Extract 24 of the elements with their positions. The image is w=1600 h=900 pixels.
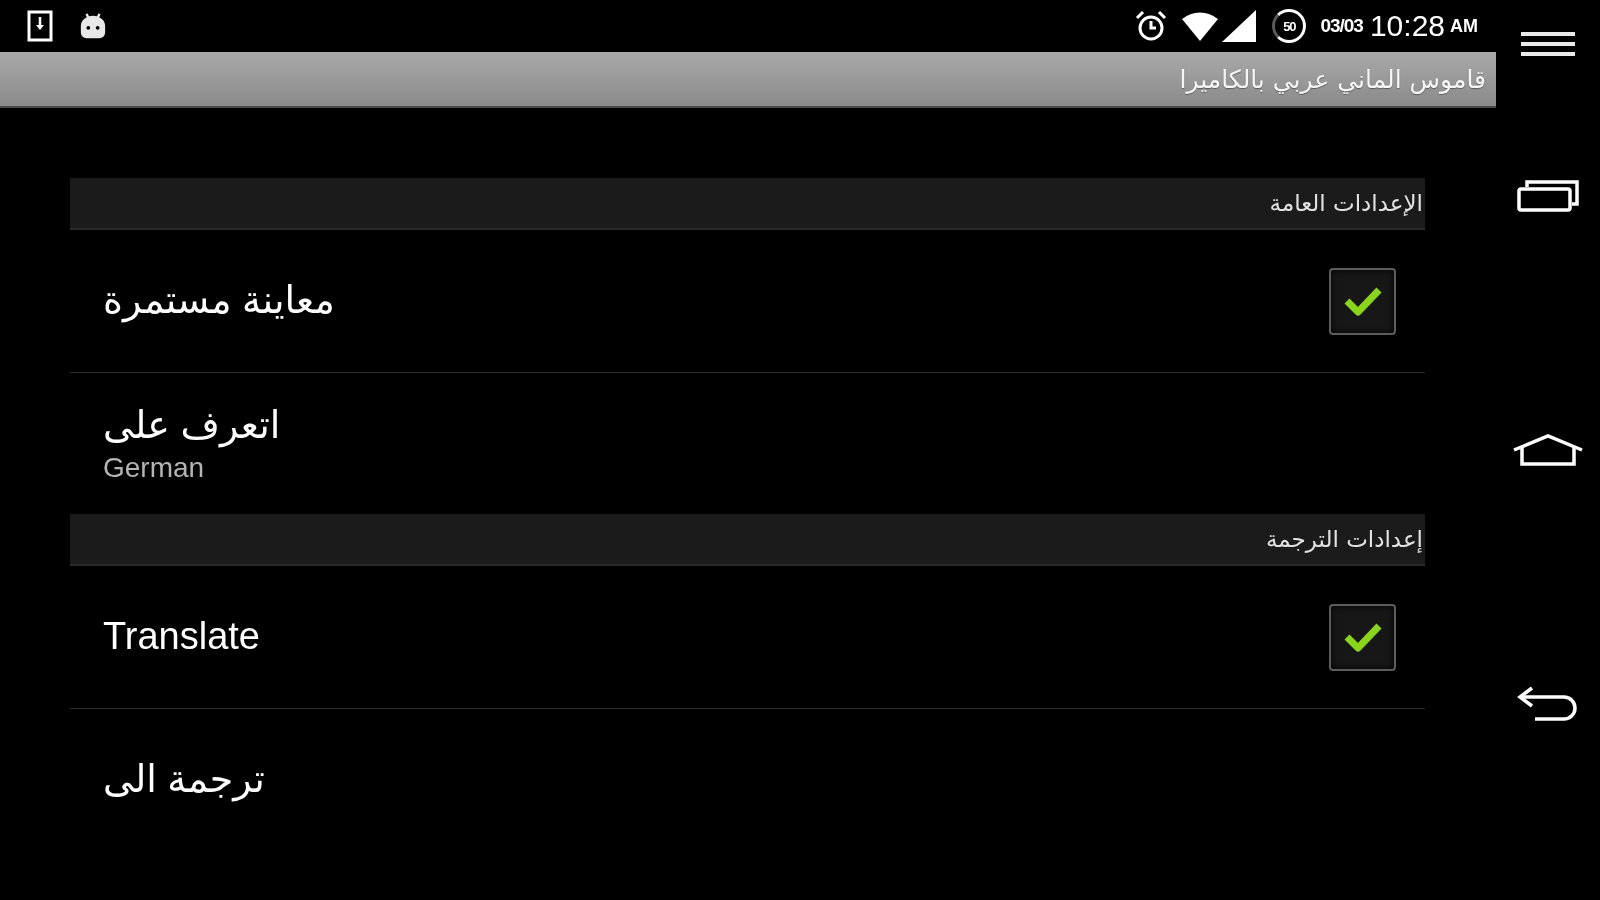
signal-icon (1222, 10, 1257, 42)
status-date: 03/03 (1320, 15, 1363, 37)
setting-title: اتعرف على (103, 402, 281, 449)
setting-title: ترجمة الى (103, 756, 265, 803)
home-icon[interactable] (1512, 433, 1584, 467)
checkbox[interactable] (1329, 267, 1396, 335)
setting-title: Translate (103, 614, 260, 660)
status-meridiem: AM (1450, 15, 1478, 37)
recent-apps-icon[interactable] (1516, 179, 1580, 213)
check-icon (1342, 285, 1383, 317)
section-title: إعدادات الترجمة (1265, 526, 1423, 552)
checkbox[interactable] (1329, 603, 1396, 671)
alarm-clock-icon (1134, 9, 1169, 43)
robot-icon (79, 12, 107, 40)
circle-indicator: 50 (1272, 9, 1307, 43)
setting-summary: German (103, 450, 205, 485)
menu-icon[interactable] (1521, 31, 1575, 57)
app-title: قاموس الماني عربي بالكاميرا (1179, 64, 1486, 94)
download-icon (27, 10, 53, 42)
setting-title: معاينة مستمرة (103, 278, 335, 324)
check-icon (1342, 621, 1383, 653)
wifi-icon (1181, 11, 1220, 41)
status-time: 10:28 (1369, 9, 1445, 43)
section-title: الإعدادات العامة (1269, 190, 1423, 216)
